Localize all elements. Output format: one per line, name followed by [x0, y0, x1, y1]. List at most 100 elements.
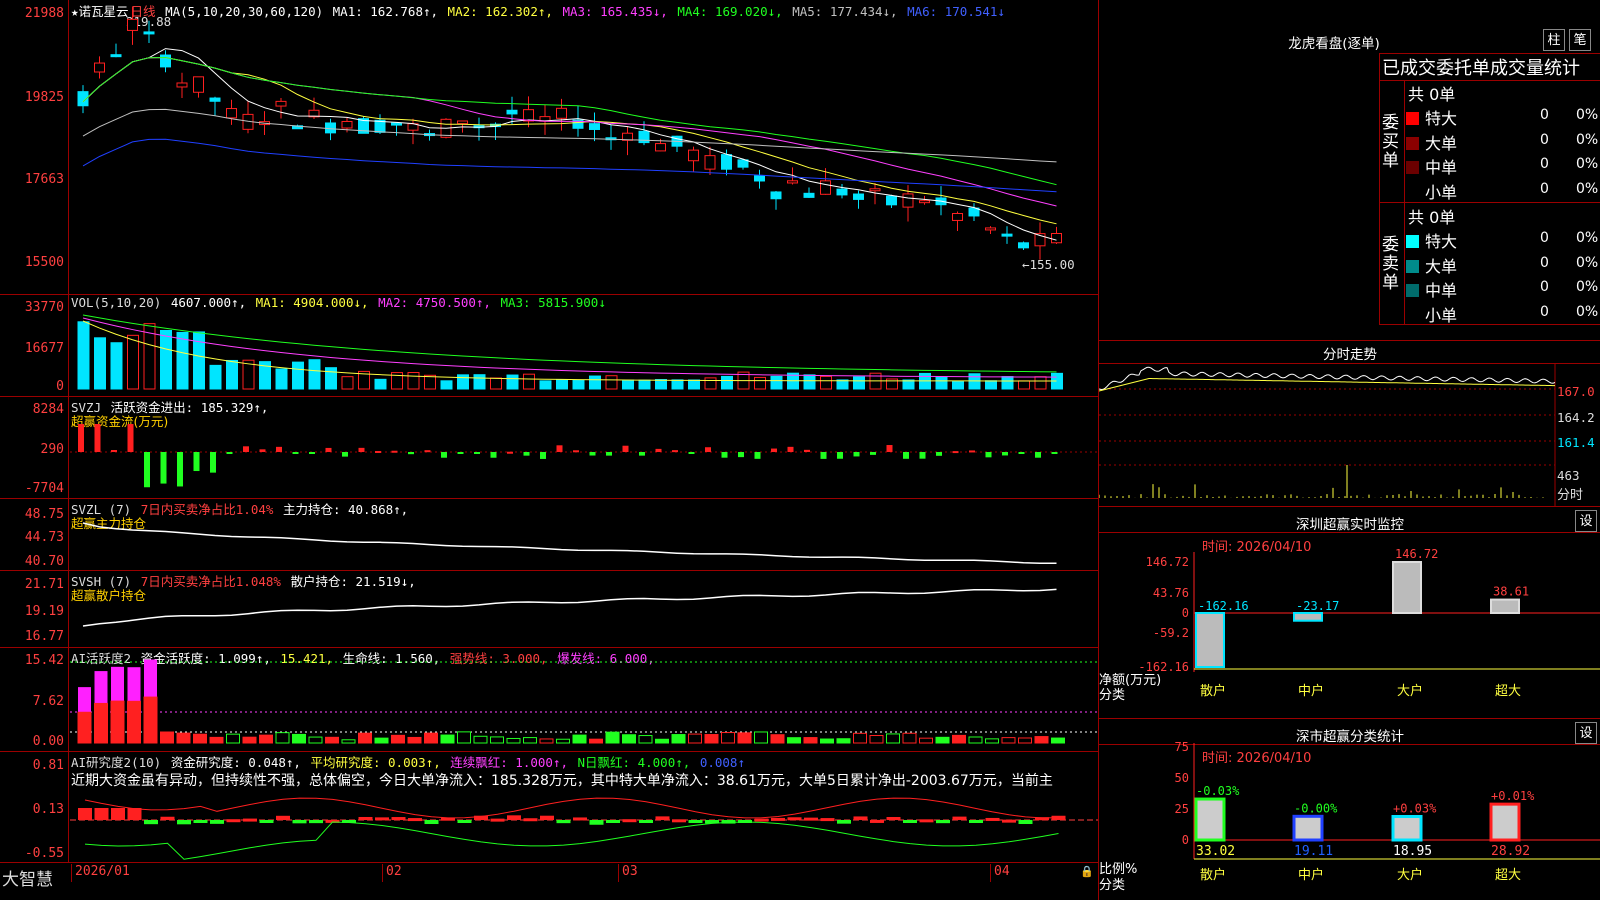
flow-bar	[853, 452, 860, 457]
svzj-panel[interactable]: 8284 290 -7704 SVZJ 活跃资金进出: 185.329↑, 超赢…	[0, 397, 1098, 499]
y-label: 48.75	[24, 507, 64, 522]
fenshi-title: 分时走势	[1323, 347, 1377, 363]
price-chart[interactable]	[0, 0, 1098, 294]
ma-label: MA(5,10,20,30,60,120)	[165, 4, 324, 19]
volume-bar	[473, 374, 486, 390]
y-label: 21.71	[24, 577, 64, 592]
classify-settings-button[interactable]: 设	[1575, 722, 1597, 744]
volume-bar	[853, 376, 865, 390]
volume-panel[interactable]: 33770 16677 0 VOL(5,10,20) 4607.000↑, MA…	[0, 295, 1098, 397]
activity-bar	[770, 734, 785, 744]
monitor-chart[interactable]: 146.7243.760-59.2-162.16-162.16散户-23.17中…	[1099, 507, 1600, 718]
lock-icon[interactable]: 🔒	[1080, 865, 1094, 878]
fenshi-panel[interactable]: 分时走势 167.0 164.2 161.4 463 分时	[1098, 341, 1600, 507]
activity-bar	[539, 738, 554, 744]
price-panel[interactable]: 21988 19825 17663 15500 ★诺瓦星云 日线 MA(5,10,…	[0, 0, 1098, 295]
research-bar	[342, 820, 356, 823]
flow-bar	[177, 452, 183, 487]
flow-bar	[589, 452, 596, 456]
fenshi-chart[interactable]	[1099, 341, 1600, 506]
activity-bar	[721, 732, 735, 744]
research-bar	[523, 818, 538, 822]
ai-research-panel[interactable]: 0.81 0.13 -0.55 AI研究度2(10) 资金研究度: 0.048↑…	[0, 752, 1098, 863]
candle	[160, 54, 171, 68]
y-label: 21988	[24, 6, 64, 21]
candle	[935, 197, 947, 206]
row-count: 0	[1540, 180, 1549, 197]
research-bar	[672, 819, 686, 823]
dragon-header: 已成交委托单成交量统计	[1382, 58, 1580, 79]
volume-bar	[127, 334, 139, 390]
flow-bar	[985, 452, 992, 458]
ai2-t1: 资金研究度: 0.048↑,	[170, 755, 301, 770]
activity-bar	[869, 735, 884, 744]
research-bar	[94, 808, 109, 820]
flow-bar	[952, 451, 959, 454]
candle	[440, 118, 452, 138]
activity-bar	[457, 731, 471, 744]
color-swatch	[1406, 259, 1419, 273]
research-line	[84, 821, 1059, 860]
flow-bar	[556, 445, 563, 452]
candle	[193, 76, 204, 93]
svzl-panel[interactable]: 48.75 44.73 40.70 SVZL (7) 7日内买卖净占比1.04%…	[0, 499, 1098, 571]
monitor-settings-button[interactable]: 设	[1575, 510, 1597, 532]
ma3-value: MA3: 165.435↓,	[562, 4, 668, 19]
research-bar	[276, 815, 290, 820]
research-bar	[408, 818, 422, 822]
ma5-value: MA5: 177.434↓,	[792, 4, 898, 19]
classify-change-label: +0.03%	[1393, 802, 1437, 816]
research-bar	[738, 820, 752, 823]
research-bar	[177, 820, 191, 825]
activity-bar	[638, 735, 653, 744]
research-bar	[1051, 815, 1066, 820]
activity-bar	[671, 734, 686, 744]
volume-bar	[556, 379, 568, 390]
average-line	[1099, 378, 1555, 392]
activity-bar	[820, 738, 834, 744]
ai-activity-panel[interactable]: 15.42 7.62 0.00 AI活跃度2 资金活跃度: 1.099↑, 15…	[0, 648, 1098, 752]
tick-mode-button[interactable]: 笔	[1569, 29, 1591, 51]
y-label: 44.73	[24, 530, 64, 545]
classify-bar	[1194, 797, 1226, 842]
activity-bar	[1018, 737, 1032, 744]
flow-bar	[1051, 452, 1058, 454]
y-label: 0.81	[32, 758, 64, 773]
volume-bar	[655, 379, 667, 390]
candle	[1001, 233, 1013, 237]
volume-bar	[1018, 380, 1030, 390]
row-count: 0	[1540, 107, 1549, 123]
classify-title: 深市超赢分类统计	[1296, 729, 1404, 745]
activity-bar	[111, 666, 124, 702]
candle	[110, 54, 122, 58]
classify-y-label: 50	[1175, 771, 1189, 785]
svsh-text2: 散户持仓: 21.519↓,	[290, 574, 416, 589]
volume-bar	[886, 378, 898, 390]
candle	[275, 100, 287, 107]
candle	[259, 121, 270, 126]
classify-chart[interactable]: 7550250-0.03%33.02散户-0.00%19.11中户+0.03%1…	[1099, 719, 1600, 900]
ai2-label: AI研究度2(10)	[71, 755, 162, 770]
activity-bar	[325, 736, 339, 744]
research-bar	[292, 820, 307, 824]
research-bar	[639, 820, 653, 823]
flow-bar	[259, 449, 266, 452]
flow-bar	[622, 445, 629, 452]
volume-bar	[440, 380, 453, 390]
ai1-t5: 爆发线: 6.000,	[557, 651, 655, 666]
research-bar	[1035, 817, 1049, 821]
bar-mode-button[interactable]: 柱	[1543, 29, 1565, 51]
volume-bar	[209, 364, 222, 390]
flow-bar	[441, 452, 447, 458]
candle	[374, 119, 386, 133]
fenshi-label: 161.4	[1557, 435, 1595, 450]
stock-name[interactable]: ★诺瓦星云	[71, 4, 129, 19]
svsh-panel[interactable]: 21.71 19.19 16.77 SVSH (7) 7日内买卖净占比1.048…	[0, 571, 1098, 648]
candle	[407, 123, 419, 131]
vol-header: VOL(5,10,20) 4607.000↑, MA1: 4904.000↓, …	[71, 295, 608, 310]
classify-y-label: 0	[1182, 833, 1189, 847]
buy-total: 共 0单	[1408, 85, 1456, 104]
research-bar	[540, 815, 554, 820]
ai1-label: AI活跃度2	[71, 651, 132, 666]
volume-chart[interactable]	[0, 295, 1098, 396]
